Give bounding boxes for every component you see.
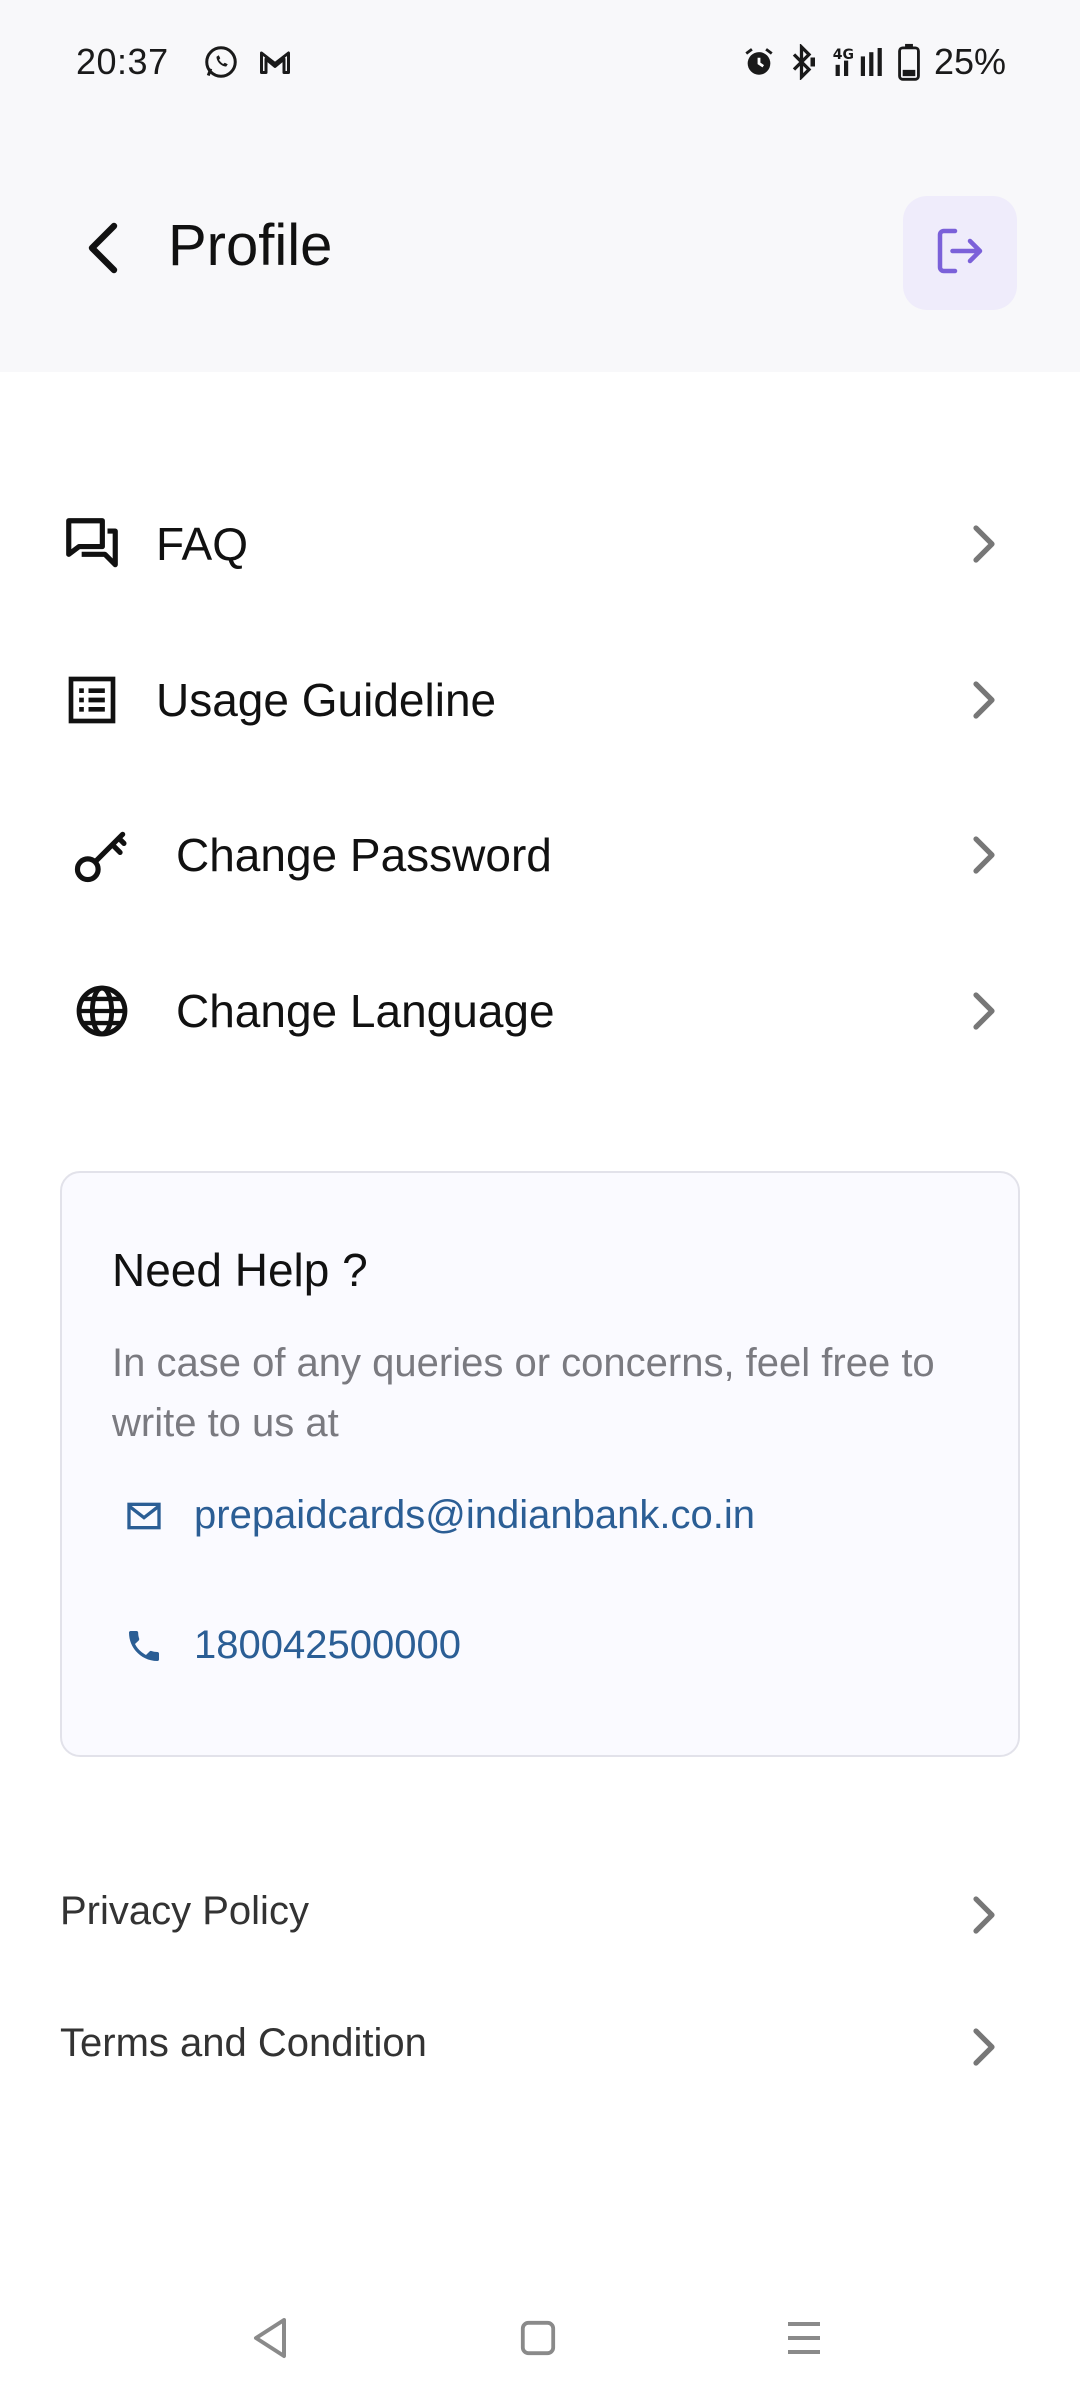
nav-back-button[interactable] [240,2310,300,2370]
chevron-right-icon [964,680,1004,720]
menu-item-change-language[interactable]: Change Language [0,951,1080,1071]
logout-button[interactable] [903,196,1017,310]
back-button[interactable] [70,218,134,282]
help-email: prepaidcards@indianbank.co.in [194,1493,755,1537]
help-description: In case of any queries or concerns, feel… [112,1341,935,1445]
menu-label-change-language: Change Language [176,985,555,1037]
help-phone: 180042500000 [194,1623,461,1667]
system-navigation-bar [0,2290,1080,2380]
phone-icon [122,1624,166,1668]
app-header: Profile [0,190,1080,310]
menu-lines-icon [784,2318,824,2363]
chevron-right-icon [964,1895,1004,1935]
gmail-icon [257,44,293,80]
status-system-icons: 4G 25% [742,41,1006,83]
whatsapp-icon [203,44,239,80]
chevron-right-icon [964,991,1004,1031]
menu-item-change-password[interactable]: Change Password [0,795,1080,915]
battery-icon [898,43,920,81]
globe-icon [70,979,134,1043]
menu-item-faq[interactable]: FAQ [0,484,1080,604]
alarm-icon [742,45,776,79]
menu-label-faq: FAQ [156,518,249,570]
page-title: Profile [168,213,333,278]
nav-menu-button[interactable] [774,2310,834,2370]
privacy-policy-label: Privacy Policy [60,1889,309,1933]
help-email-link[interactable]: prepaidcards@indianbank.co.in [122,1493,755,1538]
status-time: 20:37 [76,41,169,82]
chevron-right-icon [964,524,1004,564]
menu-item-usage-guideline[interactable]: Usage Guideline [0,640,1080,760]
help-title: Need Help ? [112,1244,368,1296]
back-triangle-icon [250,2316,290,2365]
need-help-card: Need Help ? In case of any queries or co… [60,1171,1020,1757]
profile-screen: 20:37 4G 25% Profile FAQ Usage Guideline… [0,0,1080,2400]
logout-icon [930,221,990,286]
terms-and-condition-link[interactable]: Terms and Condition [0,1997,1080,2097]
bluetooth-icon [788,44,818,80]
menu-label-usage-guideline: Usage Guideline [156,674,497,726]
battery-percentage: 25% [933,41,1006,82]
network-4g-icon: 4G [830,44,886,80]
terms-and-condition-label: Terms and Condition [60,2021,427,2065]
status-notifications [203,44,293,80]
chevron-left-icon [82,220,122,281]
status-bar: 20:37 4G 25% [0,0,1080,124]
home-square-icon [519,2319,557,2362]
list-alt-icon [60,668,124,732]
mail-icon [122,1494,166,1538]
chevron-right-icon [964,835,1004,875]
menu-label-change-password: Change Password [176,829,552,881]
chevron-right-icon [964,2027,1004,2067]
forum-icon [60,512,124,576]
svg-text:4G: 4G [833,47,854,63]
privacy-policy-link[interactable]: Privacy Policy [0,1865,1080,1965]
help-phone-link[interactable]: 180042500000 [122,1623,461,1668]
key-icon [70,823,134,887]
nav-home-button[interactable] [508,2310,568,2370]
